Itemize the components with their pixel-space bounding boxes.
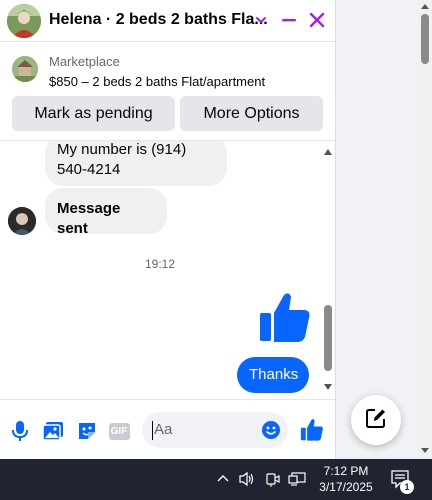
- message-scrollbar[interactable]: [321, 141, 335, 398]
- sender-avatar[interactable]: [8, 207, 36, 235]
- clock[interactable]: 7:12 PM 3/17/2025: [310, 463, 382, 495]
- notification-badge: 1: [400, 480, 414, 494]
- chevron-down-icon[interactable]: [249, 8, 273, 32]
- listing-title[interactable]: $850 – 2 beds 2 baths Flat/apartment: [49, 74, 265, 89]
- contact-avatar[interactable]: [7, 4, 41, 38]
- listing-thumbnail[interactable]: [12, 56, 38, 82]
- chat-header: Helena · 2 beds 2 baths Fla...: [0, 0, 335, 42]
- message-input-wrapper: [142, 412, 288, 448]
- network-icon[interactable]: [288, 470, 306, 488]
- compose-icon: [365, 407, 387, 434]
- message-input[interactable]: [152, 420, 261, 439]
- composer-bar: GIF: [0, 399, 335, 459]
- message-text-line: My number is (914): [57, 141, 187, 158]
- page-scrollbar[interactable]: [418, 0, 432, 459]
- message-bubble-incoming[interactable]: My number is (914) 540-4214: [45, 141, 227, 186]
- message-timestamp: 19:12: [144, 257, 176, 271]
- thumbs-up-icon[interactable]: [299, 417, 325, 443]
- minimize-icon[interactable]: [277, 8, 301, 32]
- chat-window: Helena · 2 beds 2 baths Fla... Marketpla…: [0, 0, 336, 459]
- new-message-button[interactable]: [351, 395, 401, 445]
- message-list[interactable]: My number is (914) 540-4214 Message sent…: [0, 141, 335, 398]
- thumbs-up-icon[interactable]: [258, 291, 312, 345]
- message-bubble-outgoing[interactable]: Thanks: [237, 357, 309, 393]
- gif-label: GIF: [108, 422, 130, 440]
- message-text-line: 540-4214: [57, 161, 121, 178]
- camera-icon[interactable]: [264, 470, 282, 488]
- clock-time: 7:12 PM: [323, 464, 369, 478]
- conversation-title[interactable]: Helena · 2 beds 2 baths Fla...: [49, 11, 268, 29]
- chevron-up-icon[interactable]: [214, 470, 232, 488]
- sticker-icon[interactable]: [75, 419, 99, 443]
- mark-as-pending-button[interactable]: Mark as pending: [12, 96, 175, 131]
- message-bubble-incoming[interactable]: Message sent: [45, 188, 167, 237]
- marketplace-label: Marketplace: [49, 54, 120, 69]
- windows-taskbar: 7:12 PM 3/17/2025 1: [0, 459, 432, 500]
- emoji-icon[interactable]: [260, 419, 282, 441]
- speaker-icon[interactable]: [238, 470, 256, 488]
- marketplace-banner: Marketplace $850 – 2 beds 2 baths Flat/a…: [0, 43, 335, 141]
- more-options-button[interactable]: More Options: [180, 96, 323, 131]
- clock-date: 3/17/2025: [319, 480, 373, 494]
- microphone-icon[interactable]: [8, 419, 32, 443]
- close-icon[interactable]: [305, 8, 329, 32]
- photo-icon[interactable]: [41, 419, 65, 443]
- gif-icon[interactable]: GIF: [107, 419, 131, 443]
